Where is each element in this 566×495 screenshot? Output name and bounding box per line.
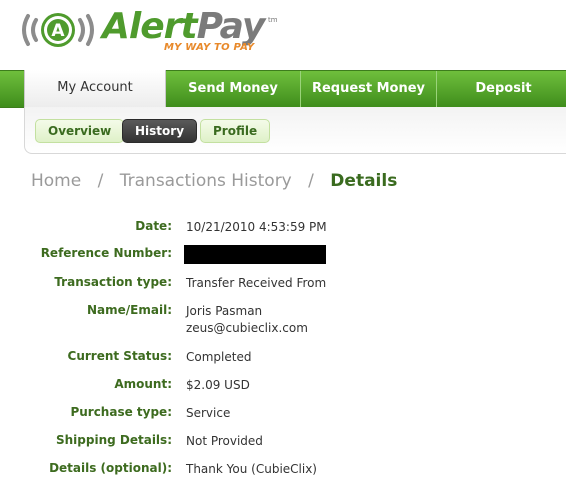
detail-value: Service xyxy=(186,406,231,420)
alertpay-logo-icon[interactable]: A xyxy=(18,10,98,50)
sub-nav: Overview History Profile xyxy=(24,107,566,154)
detail-value: Thank You (CubieClix) xyxy=(186,462,317,476)
detail-value: Not Provided xyxy=(186,434,263,448)
detail-value: $2.09 USD xyxy=(186,378,250,392)
tab-request-money[interactable]: Request Money xyxy=(301,71,437,107)
detail-label: Name/Email: xyxy=(87,303,172,317)
detail-value: 10/21/2010 4:53:59 PM xyxy=(186,220,327,234)
breadcrumb-separator: / xyxy=(308,171,314,191)
main-nav: My Account Send Money Request Money Depo… xyxy=(0,70,566,108)
detail-label: Shipping Details: xyxy=(55,433,172,447)
tab-my-account[interactable]: My Account xyxy=(24,70,166,108)
breadcrumb-home[interactable]: Home xyxy=(31,171,81,191)
breadcrumb-separator: / xyxy=(97,171,104,191)
tab-send-money[interactable]: Send Money xyxy=(166,71,301,107)
detail-value-name: Joris Pasman xyxy=(186,304,263,318)
detail-label: Amount: xyxy=(114,377,172,391)
detail-label: Reference Number: xyxy=(40,246,172,260)
breadcrumb-transactions-history[interactable]: Transactions History xyxy=(120,171,292,191)
logo-letter: A xyxy=(51,21,65,41)
detail-value: Completed xyxy=(186,350,252,364)
detail-value-email: zeus@cubieclix.com xyxy=(186,321,308,335)
tab-deposit[interactable]: Deposit xyxy=(437,71,566,107)
detail-label: Purchase type: xyxy=(70,405,172,419)
detail-value: Transfer Received From xyxy=(186,276,327,290)
breadcrumb: Home / Transactions History / Details xyxy=(31,171,397,191)
subtab-history[interactable]: History xyxy=(122,119,198,143)
logo-name-pay: Pay xyxy=(196,6,266,47)
logo-name-alert: Alert xyxy=(102,6,198,47)
detail-label: Date: xyxy=(135,219,172,233)
logo-tagline: MY WAY TO PAY xyxy=(164,42,255,53)
detail-label: Current Status: xyxy=(67,349,172,363)
subtab-profile[interactable]: Profile xyxy=(200,119,271,143)
header: A AlertPay tm MY WAY TO PAY xyxy=(0,0,566,68)
logo-trademark: tm xyxy=(268,16,278,24)
redacted-reference-number xyxy=(184,245,326,264)
detail-label: Transaction type: xyxy=(54,275,172,289)
detail-label: Details (optional): xyxy=(49,461,172,475)
breadcrumb-current: Details xyxy=(330,171,398,191)
subtab-overview[interactable]: Overview xyxy=(35,119,125,143)
